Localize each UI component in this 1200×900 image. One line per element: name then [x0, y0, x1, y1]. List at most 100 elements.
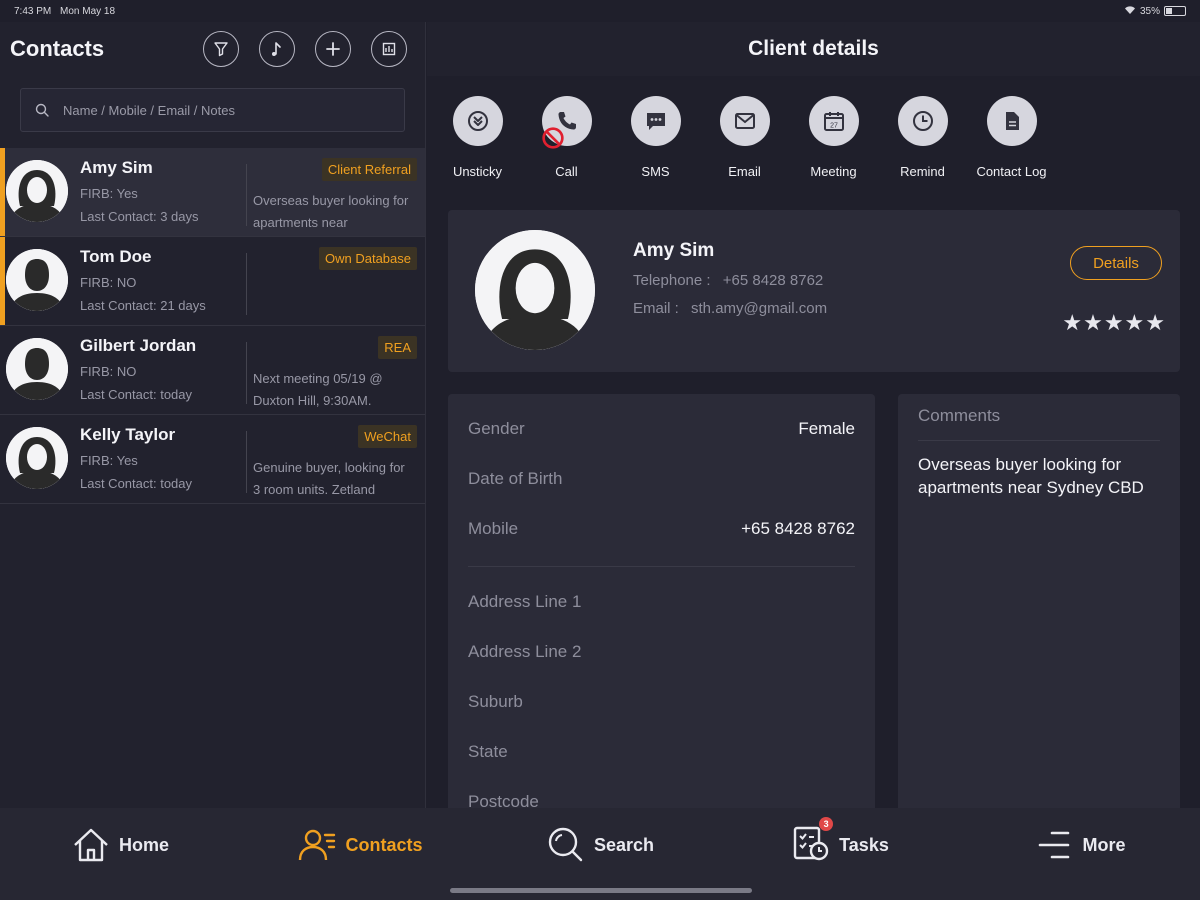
email-value[interactable]: sth.amy@gmail.com	[691, 300, 827, 317]
client-details-panel: Client details Unsticky Call SMS Email 2…	[427, 22, 1200, 808]
mobile-row[interactable]: Mobile +65 8428 8762	[468, 504, 855, 554]
contacts-title: Contacts	[10, 36, 105, 61]
female-avatar-icon	[6, 160, 68, 222]
add-contact-button[interactable]	[315, 31, 351, 67]
contact-search-input[interactable]	[63, 102, 390, 118]
tab-label: Contacts	[345, 834, 423, 855]
comments-card: Comments Overseas buyer looking for apar…	[898, 394, 1180, 808]
dob-label: Date of Birth	[468, 469, 563, 488]
contact-firb: FIRB: NO	[80, 275, 137, 290]
unsticky-icon	[467, 111, 488, 131]
dob-row[interactable]: Date of Birth	[468, 454, 855, 504]
sort-button[interactable]	[259, 31, 295, 67]
home-icon	[74, 828, 108, 862]
search-icon	[35, 103, 49, 117]
comments-text[interactable]: Overseas buyer looking for apartments ne…	[918, 453, 1160, 499]
tab-label: Home	[118, 834, 169, 855]
tab-contacts[interactable]: Contacts	[240, 808, 480, 900]
contacts-header: Contacts	[0, 22, 425, 76]
client-details-title: Client details	[427, 22, 1200, 76]
address2-row[interactable]: Address Line 2	[468, 627, 855, 677]
contact-row[interactable]: Gilbert Jordan FIRB: NO Last Contact: to…	[0, 326, 425, 415]
action-label: Remind	[900, 164, 945, 179]
contact-name: Gilbert Jordan	[80, 336, 197, 355]
clock-icon	[912, 111, 933, 131]
client-telephone-line: Telephone : +65 8428 8762	[633, 272, 823, 289]
battery-icon	[1164, 6, 1186, 16]
call-button[interactable]: Call	[522, 96, 611, 179]
email-button[interactable]: Email	[700, 96, 789, 179]
star-rating[interactable]: ★★★★★	[1062, 310, 1166, 336]
address2-label: Address Line 2	[468, 642, 582, 661]
tab-home[interactable]: Home	[0, 808, 240, 900]
action-label: Email	[728, 164, 761, 179]
contact-note	[253, 279, 415, 323]
action-label: SMS	[641, 164, 670, 179]
tasks-badge: 3	[819, 816, 834, 831]
battery-percent: 35%	[1139, 5, 1160, 17]
contact-row[interactable]: Tom Doe FIRB: NO Last Contact: 21 days O…	[0, 237, 425, 326]
email-icon	[734, 113, 755, 129]
tab-search[interactable]: Search	[480, 808, 720, 900]
state-label: State	[468, 742, 508, 761]
sms-button[interactable]: SMS	[611, 96, 700, 179]
filter-button[interactable]	[203, 31, 239, 67]
client-action-bar: Unsticky Call SMS Email 27 Meeting Remin…	[427, 76, 1200, 179]
action-label: Unsticky	[452, 164, 503, 179]
suburb-row[interactable]: Suburb	[468, 677, 855, 727]
search-icon	[548, 827, 583, 862]
telephone-value[interactable]: +65 8428 8762	[723, 272, 824, 289]
contact-row[interactable]: Kelly Taylor FIRB: Yes Last Contact: tod…	[0, 415, 425, 504]
unsticky-button[interactable]: Unsticky	[433, 96, 522, 179]
contact-last-contact: Last Contact: 21 days	[80, 298, 206, 313]
postcode-label: Postcode	[468, 792, 539, 808]
contact-search-box[interactable]	[20, 88, 405, 132]
contact-source-tag: REA	[378, 336, 417, 359]
contact-last-contact: Last Contact: today	[80, 387, 193, 402]
contact-log-button[interactable]: Contact Log	[967, 96, 1056, 179]
document-icon	[1005, 112, 1019, 130]
contact-row[interactable]: Amy Sim FIRB: Yes Last Contact: 3 days C…	[0, 148, 425, 237]
tab-tasks[interactable]: 3 Tasks	[720, 808, 960, 900]
mobile-label: Mobile	[468, 519, 519, 538]
calendar-day: 27	[830, 123, 838, 130]
gender-row[interactable]: Gender Female	[468, 404, 855, 454]
address1-row[interactable]: Address Line 1	[468, 577, 855, 627]
contact-firb: FIRB: NO	[80, 364, 137, 379]
telephone-label: Telephone :	[633, 272, 711, 289]
tab-label: Tasks	[839, 834, 889, 855]
bottom-tab-bar: Home Contacts Search 3 Tasks More	[0, 808, 1200, 900]
status-time: 7:43 PM	[14, 5, 52, 17]
details-button[interactable]: Details	[1070, 246, 1162, 280]
contact-note: Overseas buyer looking for apartments ne…	[253, 193, 409, 230]
no-entry-icon	[541, 127, 564, 149]
client-name: Amy Sim	[633, 240, 715, 261]
comments-title: Comments	[918, 406, 1160, 441]
sms-icon	[646, 113, 665, 130]
tab-more[interactable]: More	[960, 808, 1200, 900]
contact-name: Kelly Taylor	[80, 425, 176, 444]
tab-label: Search	[593, 834, 655, 855]
export-button[interactable]	[371, 31, 407, 67]
menu-icon	[1039, 831, 1070, 859]
home-indicator[interactable]	[450, 888, 752, 893]
mobile-value: +65 8428 8762	[741, 519, 855, 538]
contact-name: Tom Doe	[80, 247, 152, 266]
contact-firb: FIRB: Yes	[80, 453, 138, 468]
female-avatar-icon	[6, 427, 68, 489]
contact-firb: FIRB: Yes	[80, 186, 138, 201]
action-label: Call	[555, 164, 578, 179]
male-avatar-icon	[6, 338, 68, 400]
action-label: Meeting	[810, 164, 857, 179]
remind-button[interactable]: Remind	[878, 96, 967, 179]
postcode-row[interactable]: Postcode	[468, 777, 855, 808]
calendar-icon: 27	[823, 112, 844, 131]
contact-source-tag: WeChat	[358, 425, 417, 448]
state-row[interactable]: State	[468, 727, 855, 777]
meeting-button[interactable]: 27 Meeting	[789, 96, 878, 179]
address1-label: Address Line 1	[468, 592, 582, 611]
contacts-panel: Contacts Amy	[0, 22, 426, 808]
contact-note: Genuine buyer, looking for 3 room units.…	[253, 460, 405, 497]
contact-source-tag: Client Referral	[321, 158, 417, 181]
status-bar: 7:43 PM Mon May 18 35%	[0, 0, 1200, 22]
